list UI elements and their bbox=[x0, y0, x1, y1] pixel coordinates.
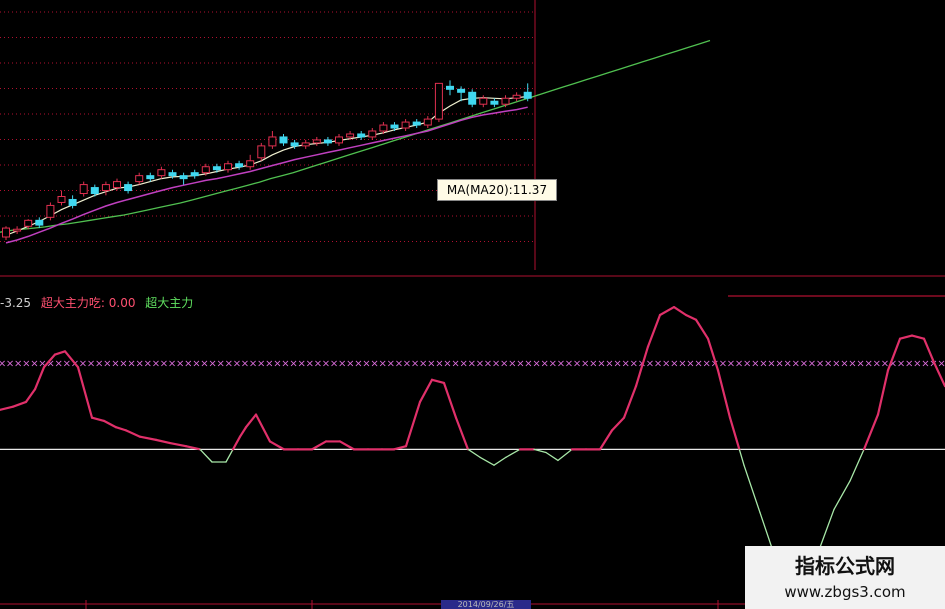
level-marker: × bbox=[937, 358, 945, 369]
watermark-url: www.zbgs3.com bbox=[784, 583, 906, 601]
legend-value: -3.25 bbox=[0, 296, 32, 310]
site-watermark: 指标公式网 www.zbgs3.com bbox=[745, 546, 945, 609]
candle-down bbox=[179, 175, 188, 180]
ma-tooltip: MA(MA20):11.37 bbox=[437, 179, 557, 201]
candle-down bbox=[490, 100, 499, 105]
candle-up bbox=[79, 184, 88, 195]
date-cursor-label: 2014/09/26/五 bbox=[441, 600, 531, 609]
candle-up bbox=[2, 227, 10, 238]
candle-down bbox=[323, 139, 332, 144]
candle-down bbox=[90, 187, 99, 195]
candle-up bbox=[379, 124, 388, 132]
candle-up bbox=[268, 136, 277, 147]
legend-entry-eat: 超大主力吃: 0.00 bbox=[40, 296, 136, 310]
candle-up bbox=[479, 97, 488, 105]
candle-down bbox=[290, 142, 299, 147]
candle-up bbox=[257, 145, 266, 159]
candle-up bbox=[401, 121, 410, 129]
candle-up bbox=[13, 228, 22, 232]
candle-down bbox=[390, 124, 399, 129]
candle-up bbox=[101, 184, 110, 192]
candle-down bbox=[457, 88, 466, 93]
candle-up bbox=[301, 142, 310, 147]
candle-down bbox=[235, 163, 244, 168]
candle-up bbox=[113, 181, 121, 189]
candle-down bbox=[124, 184, 133, 192]
candle-up bbox=[201, 166, 210, 174]
candle-down bbox=[446, 85, 454, 90]
candle-up bbox=[501, 97, 510, 105]
candle-up bbox=[46, 204, 55, 218]
candle-down bbox=[468, 91, 477, 105]
candle-down bbox=[212, 166, 221, 171]
candle-down bbox=[68, 198, 77, 206]
candle-up bbox=[135, 175, 144, 183]
watermark-title: 指标公式网 bbox=[795, 554, 895, 578]
candle-up bbox=[246, 160, 255, 168]
indicator-legend: -3.25 超大主力吃: 0.00 超大主力 bbox=[0, 294, 199, 310]
candle-up bbox=[224, 163, 232, 171]
candle-up bbox=[368, 130, 377, 138]
candle-up bbox=[346, 133, 355, 138]
candle-down bbox=[190, 172, 199, 177]
candle-up bbox=[434, 82, 443, 120]
candle-up bbox=[512, 94, 521, 99]
candle-down bbox=[146, 175, 155, 180]
candle-up bbox=[157, 169, 166, 177]
candle-up bbox=[24, 219, 33, 227]
candle-down bbox=[357, 133, 366, 138]
candle-up bbox=[335, 136, 343, 144]
candle-down bbox=[279, 136, 288, 144]
candle-down bbox=[412, 121, 421, 126]
candle-down bbox=[523, 91, 532, 99]
candle-up bbox=[423, 118, 432, 126]
candle-down bbox=[168, 172, 177, 177]
candle-up bbox=[312, 139, 321, 144]
candle-down bbox=[35, 219, 44, 226]
candle-up bbox=[57, 196, 66, 203]
legend-entry-main: 超大主力 bbox=[145, 296, 194, 310]
